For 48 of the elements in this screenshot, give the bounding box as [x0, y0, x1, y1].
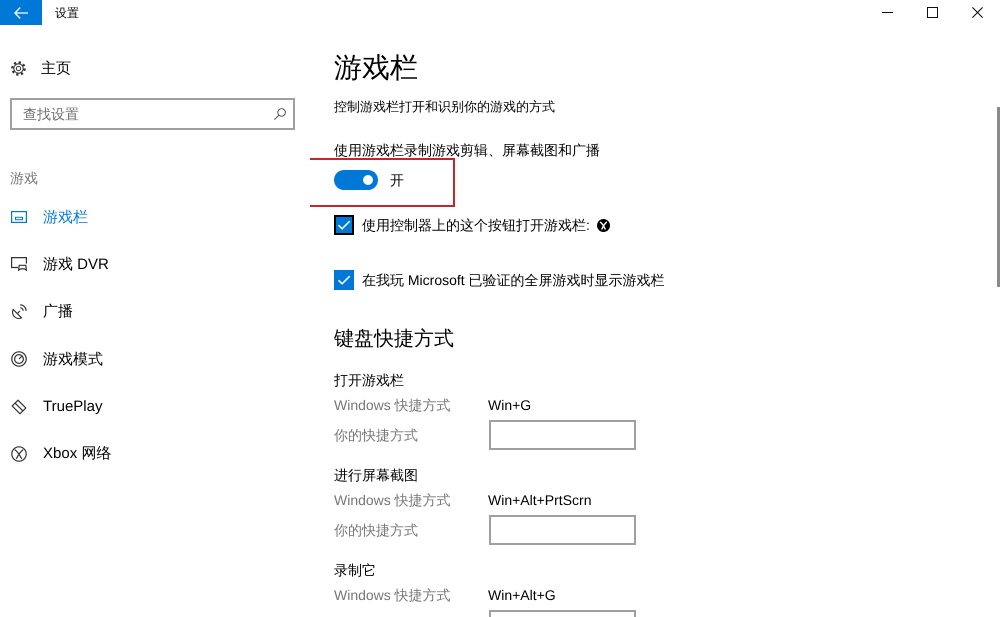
section-heading: 游戏 [10, 169, 38, 188]
minimize-icon [882, 12, 893, 13]
shortcut-label: Windows 快捷方式 [334, 586, 451, 605]
maximize-icon [927, 7, 938, 18]
back-button[interactable] [0, 0, 42, 25]
sidebar-item[interactable]: 游戏模式 [10, 345, 103, 374]
toggle-switch[interactable] [334, 170, 378, 190]
shortcut-value: Win+G [488, 396, 532, 415]
sidebar-item[interactable]: 游戏 DVR [10, 250, 109, 278]
gauge-icon [11, 351, 27, 368]
x-circle-icon [11, 446, 27, 462]
satellite-dish-icon [11, 304, 27, 320]
sidebar-item[interactable]: Xbox 网络 [10, 440, 112, 468]
shortcut-label: 你的快捷方式 [334, 426, 418, 445]
toggle-state-text: 开 [390, 171, 404, 190]
checkbox[interactable] [334, 215, 354, 235]
shortcut-title: 进行屏幕截图 [334, 466, 418, 485]
checkbox-label: 使用控制器上的这个按钮打开游戏栏: [362, 216, 590, 235]
screen-controller-icon [11, 257, 27, 272]
search-icon[interactable] [274, 108, 286, 120]
shortcut-label: 你的快捷方式 [334, 521, 418, 540]
diamond-icon [11, 398, 27, 415]
close-icon [972, 7, 983, 18]
search-field[interactable]: 查找设置 [10, 98, 295, 130]
window-title: 设置 [55, 4, 79, 20]
shortcut-title: 打开游戏栏 [334, 371, 404, 390]
shortcut-title: 录制它 [334, 561, 376, 580]
page-description: 控制游戏栏打开和识别你的游戏的方式 [334, 98, 555, 116]
shortcut-label: Windows 快捷方式 [334, 396, 451, 415]
x-circle-icon [596, 218, 610, 232]
checkbox-label: 在我玩 Microsoft 已验证的全屏游戏时显示游戏栏 [362, 271, 665, 290]
back-arrow-icon [14, 6, 28, 18]
sidebar-item[interactable]: 游戏栏 [10, 203, 88, 231]
scrollbar-thumb[interactable] [997, 107, 1000, 287]
shortcut-value: Win+Alt+G [488, 586, 556, 605]
shortcut-label: Windows 快捷方式 [334, 491, 451, 510]
sidebar-item[interactable]: TruePlay [10, 392, 102, 421]
shortcut-value: Win+Alt+PrtScrn [488, 491, 592, 510]
section-heading: 键盘快捷方式 [334, 327, 454, 352]
shortcut-input[interactable] [489, 515, 636, 545]
toggle-label: 使用游戏栏录制游戏剪辑、屏幕截图和广播 [334, 141, 600, 160]
panel-icon [11, 211, 27, 223]
home-link[interactable]: 主页 [10, 54, 71, 82]
sidebar-item[interactable]: 广播 [10, 298, 73, 326]
checkbox[interactable] [334, 270, 354, 290]
page-title: 游戏栏 [334, 51, 418, 85]
shortcut-input[interactable] [489, 420, 636, 450]
settings-icon [11, 60, 26, 76]
